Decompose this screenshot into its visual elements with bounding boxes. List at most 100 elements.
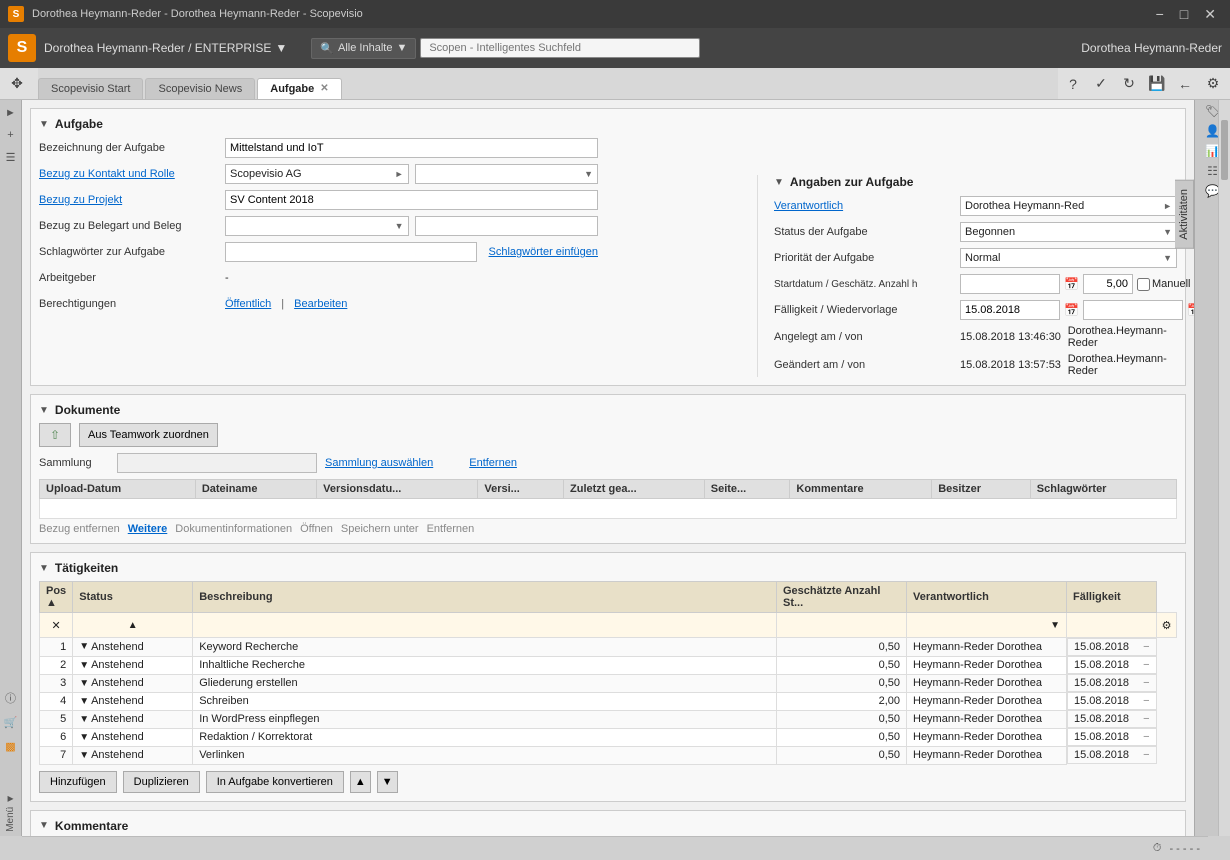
wiedervorlage-calendar-icon[interactable]: 📅 bbox=[1187, 303, 1194, 317]
col-status[interactable]: Status bbox=[73, 582, 193, 613]
help-button[interactable]: ? bbox=[1060, 71, 1086, 97]
col-besitzer[interactable]: Besitzer bbox=[932, 480, 1031, 499]
row-remove-1[interactable]: − bbox=[1143, 641, 1149, 653]
dokumentinfo-action[interactable]: Dokumentinformationen bbox=[175, 523, 292, 535]
konvertieren-button[interactable]: In Aufgabe konvertieren bbox=[206, 771, 344, 793]
settings-button[interactable]: ⚙ bbox=[1200, 71, 1226, 97]
entfernen-action[interactable]: Entfernen bbox=[427, 523, 475, 535]
col-version[interactable]: Versi... bbox=[478, 480, 564, 499]
maximize-button[interactable]: □ bbox=[1174, 6, 1194, 23]
sammlung-input[interactable] bbox=[117, 453, 317, 473]
scrollbar-thumb[interactable] bbox=[1221, 120, 1228, 180]
speichern-action[interactable]: Speichern unter bbox=[341, 523, 419, 535]
status-arrow-3[interactable]: ▼ bbox=[79, 678, 89, 689]
bezug-entfernen-action[interactable]: Bezug entfernen bbox=[39, 523, 120, 535]
filter-stunden-input[interactable] bbox=[779, 619, 904, 631]
status-arrow-1[interactable]: ▼ bbox=[79, 641, 89, 652]
sidebar-chart-icon[interactable]: ▩ bbox=[2, 737, 20, 755]
search-scope-selector[interactable]: 🔍 Alle Inhalte ▼ bbox=[311, 38, 416, 59]
sidebar-cart-icon[interactable]: 🛒 bbox=[2, 713, 20, 731]
wiedervorlage-input[interactable] bbox=[1083, 300, 1183, 320]
filter-settings-cell[interactable]: ⚙ bbox=[1157, 613, 1177, 638]
upload-button[interactable]: ⇧ bbox=[39, 423, 71, 447]
duplizieren-button[interactable]: Duplizieren bbox=[123, 771, 200, 793]
aufgabe-header[interactable]: ▼ Aufgabe bbox=[39, 117, 1177, 131]
hinzufuegen-button[interactable]: Hinzufügen bbox=[39, 771, 117, 793]
save-button[interactable]: 💾 bbox=[1144, 71, 1170, 97]
filter-beschreibung-input[interactable] bbox=[195, 619, 774, 631]
kommentare-header[interactable]: ▼ Kommentare bbox=[39, 819, 1177, 833]
tab-scopevisio-start[interactable]: Scopevisio Start bbox=[38, 78, 143, 99]
filter-icon[interactable]: ▲ bbox=[128, 620, 138, 631]
search-input[interactable] bbox=[420, 38, 700, 58]
entfernen-link[interactable]: Entfernen bbox=[469, 457, 517, 469]
col-versionsdatum[interactable]: Versionsdatu... bbox=[317, 480, 478, 499]
row-remove-6[interactable]: − bbox=[1143, 731, 1149, 743]
sidebar-info-icon[interactable]: ⓘ bbox=[2, 689, 20, 707]
oeffnen-action[interactable]: Öffnen bbox=[300, 523, 333, 535]
status-arrow-2[interactable]: ▼ bbox=[79, 660, 89, 671]
user-area[interactable]: Dorothea Heymann-Reder / ENTERPRISE ▼ bbox=[44, 41, 287, 55]
col-stunden[interactable]: Geschätzte Anzahl St... bbox=[777, 582, 907, 613]
status-arrow-5[interactable]: ▼ bbox=[79, 714, 89, 725]
angaben-header[interactable]: ▼ Angaben zur Aufgabe bbox=[774, 175, 1177, 189]
col-verantwortlich[interactable]: Verantwortlich bbox=[907, 582, 1067, 613]
move-up-button[interactable]: ▲ bbox=[350, 771, 371, 793]
row-remove-7[interactable]: − bbox=[1143, 749, 1149, 761]
row-remove-3[interactable]: − bbox=[1143, 677, 1149, 689]
tab-scopevisio-news[interactable]: Scopevisio News bbox=[145, 78, 255, 99]
refresh-button[interactable]: ↻ bbox=[1116, 71, 1142, 97]
filter-stunden-cell[interactable] bbox=[777, 613, 907, 638]
col-kommentare[interactable]: Kommentare bbox=[790, 480, 932, 499]
filter-beschreibung-cell[interactable] bbox=[193, 613, 777, 638]
col-zuletzt[interactable]: Zuletzt gea... bbox=[564, 480, 705, 499]
col-pos[interactable]: Pos ▲ bbox=[40, 582, 73, 613]
back-button[interactable]: ← bbox=[1172, 71, 1198, 97]
check-button[interactable]: ✓ bbox=[1088, 71, 1114, 97]
col-seite[interactable]: Seite... bbox=[704, 480, 790, 499]
bezeichnung-input[interactable] bbox=[225, 138, 598, 158]
status-select[interactable]: Begonnen ▼ bbox=[960, 222, 1177, 242]
tab-close-icon[interactable]: ✕ bbox=[320, 83, 328, 94]
col-schlagwoerter[interactable]: Schlagwörter bbox=[1030, 480, 1176, 499]
verantwortlich-label[interactable]: Verantwortlich bbox=[774, 200, 954, 212]
row-remove-4[interactable]: − bbox=[1143, 695, 1149, 707]
right-grid-icon[interactable]: ☷ bbox=[1207, 164, 1218, 178]
weitere-action[interactable]: Weitere bbox=[128, 523, 168, 535]
taetigkeiten-header[interactable]: ▼ Tätigkeiten bbox=[39, 561, 1177, 575]
move-down-button[interactable]: ▼ bbox=[377, 771, 398, 793]
col-dateiname[interactable]: Dateiname bbox=[195, 480, 316, 499]
manuell-checkbox[interactable] bbox=[1137, 278, 1150, 291]
faelligkeit-input[interactable] bbox=[960, 300, 1060, 320]
aktivitaten-tab[interactable]: Aktivitäten bbox=[1175, 180, 1194, 249]
verantwortlich-select[interactable]: Dorothea Heymann-Red ► bbox=[960, 196, 1177, 216]
calendar-icon[interactable]: 📅 bbox=[1064, 277, 1079, 291]
faelligkeit-calendar-icon[interactable]: 📅 bbox=[1064, 303, 1079, 317]
col-upload-datum[interactable]: Upload-Datum bbox=[40, 480, 196, 499]
prioritaet-select[interactable]: Normal ▼ bbox=[960, 248, 1177, 268]
sammlung-link[interactable]: Sammlung auswählen bbox=[325, 457, 433, 469]
dokumente-header[interactable]: ▼ Dokumente bbox=[39, 403, 1177, 417]
stunden-input[interactable] bbox=[1083, 274, 1133, 294]
row-remove-5[interactable]: − bbox=[1143, 713, 1149, 725]
status-arrow-6[interactable]: ▼ bbox=[79, 732, 89, 743]
tab-aufgabe[interactable]: Aufgabe ✕ bbox=[257, 78, 341, 99]
sidebar-add-icon[interactable]: + bbox=[2, 126, 20, 144]
minimize-button[interactable]: − bbox=[1150, 6, 1170, 23]
scrollbar[interactable] bbox=[1218, 100, 1230, 836]
filter-close-cell[interactable]: ✕ bbox=[40, 613, 73, 638]
status-arrow-4[interactable]: ▼ bbox=[79, 696, 89, 707]
status-arrow-7[interactable]: ▼ bbox=[79, 750, 89, 761]
sidebar-expand-icon[interactable]: ► bbox=[2, 104, 20, 122]
filter-verantwortlich-arrow[interactable]: ▼ bbox=[1050, 620, 1060, 631]
col-faelligkeit[interactable]: Fälligkeit bbox=[1067, 582, 1157, 613]
activity-row-4: 4 ▼ Anstehend Schreiben 2,00 Heymann-Red… bbox=[40, 692, 1177, 710]
menu-label[interactable]: Menü ◄ bbox=[5, 789, 16, 836]
close-button[interactable]: ✕ bbox=[1198, 6, 1222, 23]
teamwork-button[interactable]: Aus Teamwork zuordnen bbox=[79, 423, 218, 447]
row-remove-2[interactable]: − bbox=[1143, 659, 1149, 671]
expand-button[interactable]: ✥ bbox=[4, 71, 30, 97]
startdatum-input[interactable] bbox=[960, 274, 1060, 294]
sidebar-nav-icon[interactable]: ☰ bbox=[2, 148, 20, 166]
col-beschreibung[interactable]: Beschreibung bbox=[193, 582, 777, 613]
